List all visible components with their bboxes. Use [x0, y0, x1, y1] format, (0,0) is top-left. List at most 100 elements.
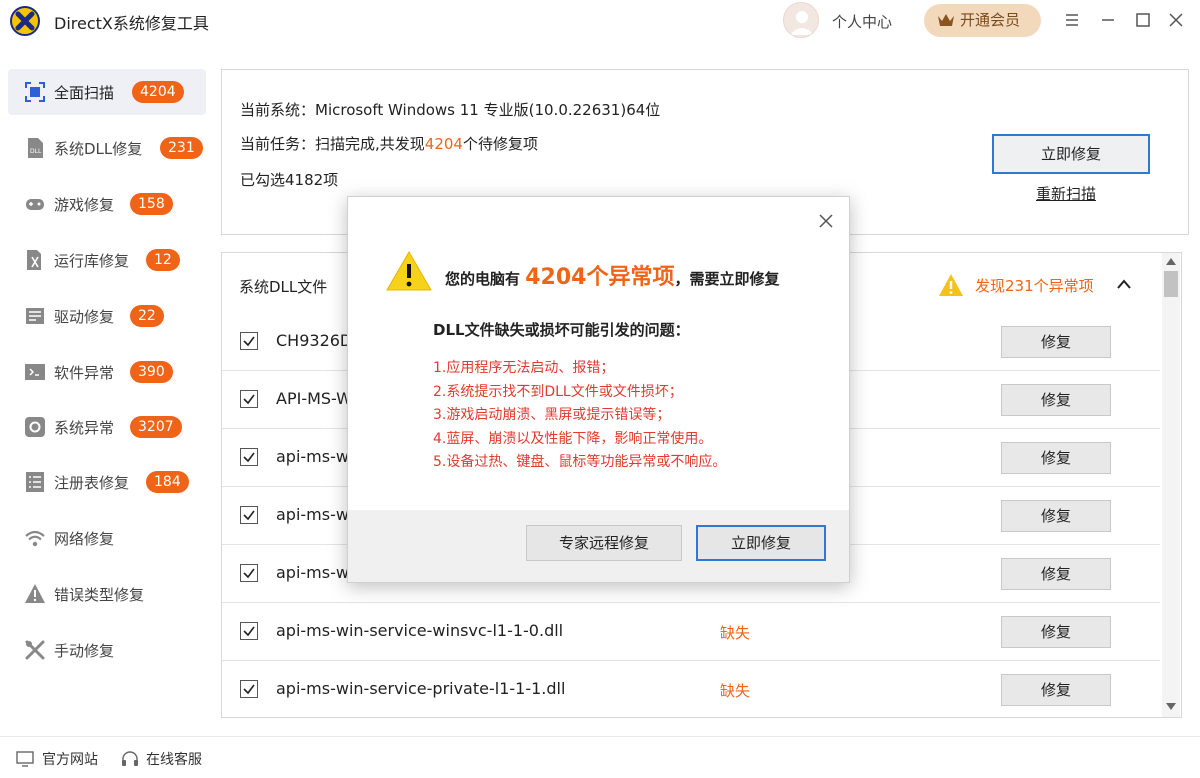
heading-prefix: 您的电脑有	[445, 270, 521, 288]
sidebar-item-system[interactable]: 系统异常 3207	[8, 404, 206, 450]
maximize-icon[interactable]	[1133, 10, 1153, 30]
minimize-icon[interactable]	[1098, 10, 1118, 30]
crown-icon	[938, 14, 954, 26]
sidebar-item-label: 游戏修复	[54, 196, 115, 214]
issue-item: 1.应用程序无法启动、报错；	[433, 360, 615, 376]
sidebar-item-network[interactable]: 网络修复	[8, 515, 206, 561]
list-scrollbar[interactable]	[1162, 253, 1180, 717]
row-fix-button[interactable]: 修复	[1001, 442, 1111, 474]
vip-button[interactable]: 开通会员	[924, 4, 1041, 37]
close-icon[interactable]	[818, 213, 834, 229]
dialog-fix-now-button[interactable]: 立即修复	[696, 525, 826, 561]
count-badge: 390	[130, 361, 173, 383]
task-count: 4204	[424, 135, 463, 153]
current-system: 当前系统：Microsoft Windows 11 专业版(10.0.22631…	[240, 101, 661, 119]
row-checkbox[interactable]	[240, 622, 258, 640]
dialog-heading: 您的电脑有 4204个异常项，需要立即修复	[445, 259, 780, 291]
sidebar-item-label: 网络修复	[54, 530, 115, 548]
scroll-thumb[interactable]	[1164, 271, 1178, 297]
sidebar-item-label: 软件异常	[54, 364, 115, 382]
sidebar-item-label: 系统DLL修复	[54, 140, 143, 158]
gamepad-icon	[26, 199, 44, 210]
chevron-up-icon[interactable]	[1116, 277, 1132, 291]
row-fix-button[interactable]: 修复	[1001, 384, 1111, 416]
issue-item: 4.蓝屏、崩溃以及性能下降，影响正常使用。	[433, 430, 713, 447]
dll-name: CH9326D	[276, 331, 353, 350]
row-checkbox[interactable]	[240, 448, 258, 466]
dialog-subtitle: DLL文件缺失或损坏可能引发的问题：	[433, 321, 690, 339]
row-fix-button[interactable]: 修复	[1001, 616, 1111, 648]
row-checkbox[interactable]	[240, 564, 258, 582]
selected-count: 已勾选4182项	[240, 171, 339, 189]
svg-text:DLL: DLL	[30, 148, 42, 155]
app-logo-icon	[10, 6, 40, 36]
heading-count: 4204个异常项	[525, 265, 675, 290]
issue-item: 3.游戏启动崩溃、黑屏或提示错误等；	[433, 407, 671, 423]
row-checkbox[interactable]	[240, 506, 258, 524]
sidebar-item-label: 系统异常	[54, 419, 115, 437]
software-icon	[25, 364, 45, 380]
sidebar-item-manual[interactable]: 手动修复	[8, 627, 206, 673]
heading-suffix: ，需要立即修复	[674, 270, 780, 288]
issue-list: 1.应用程序无法启动、报错； 2.系统提示找不到DLL文件或文件损坏； 3.游戏…	[433, 357, 726, 475]
runtime-icon	[27, 250, 41, 270]
count-badge: 22	[130, 305, 164, 327]
repair-dialog: 您的电脑有 4204个异常项，需要立即修复 DLL文件缺失或损坏可能引发的问题：…	[347, 196, 850, 583]
fix-now-button[interactable]: 立即修复	[992, 134, 1150, 174]
gear-icon	[25, 417, 45, 437]
dll-name: api-ms-w	[276, 505, 349, 524]
count-badge: 231	[160, 137, 203, 159]
footer: 官方网站 在线客服	[0, 736, 1200, 778]
table-row: api-ms-win-service-winsvc-l1-1-0.dll 缺失 …	[222, 603, 1160, 661]
scroll-up-icon[interactable]	[1166, 257, 1176, 265]
sidebar: 全面扫描 4204 DLL 系统DLL修复 231 游戏修复 158 运行库修复…	[0, 42, 214, 736]
row-fix-button[interactable]: 修复	[1001, 674, 1111, 706]
sidebar-item-game[interactable]: 游戏修复 158	[8, 181, 206, 227]
monitor-icon	[16, 751, 34, 767]
title-bar: DirectX系统修复工具 个人中心 开通会员	[0, 0, 1200, 42]
count-badge: 3207	[130, 416, 182, 438]
sidebar-item-registry[interactable]: 注册表修复 184	[8, 459, 206, 505]
avatar[interactable]	[783, 2, 819, 38]
dialog-button-bar: 专家远程修复 立即修复	[348, 510, 849, 582]
count-badge: 184	[146, 471, 189, 493]
anomaly-count: 发现231个异常项	[975, 277, 1094, 295]
wifi-icon	[25, 530, 45, 547]
sidebar-item-full-scan[interactable]: 全面扫描 4204	[8, 69, 206, 115]
rescan-link[interactable]: 重新扫描	[1036, 183, 1096, 204]
dll-name: API-MS-W	[276, 389, 352, 408]
sidebar-item-label: 手动修复	[54, 642, 115, 660]
dll-status: 缺失	[720, 624, 751, 642]
sidebar-item-software[interactable]: 软件异常 390	[8, 349, 206, 395]
sidebar-item-error-type[interactable]: 错误类型修复	[8, 571, 206, 617]
menu-icon[interactable]	[1062, 10, 1082, 30]
count-badge: 4204	[132, 81, 184, 103]
row-fix-button[interactable]: 修复	[1001, 558, 1111, 590]
scroll-down-icon[interactable]	[1166, 703, 1176, 711]
official-website-link[interactable]: 官方网站	[42, 749, 98, 769]
warning-icon	[386, 251, 432, 291]
count-badge: 12	[146, 249, 180, 271]
dll-name: api-ms-win-service-winsvc-l1-1-0.dll	[276, 621, 564, 640]
online-support-link[interactable]: 在线客服	[146, 749, 202, 769]
row-fix-button[interactable]: 修复	[1001, 500, 1111, 532]
dll-name: api-ms-win-service-private-l1-1-1.dll	[276, 679, 566, 698]
expert-remote-repair-button[interactable]: 专家远程修复	[526, 525, 682, 561]
issue-item: 5.设备过热、键盘、鼠标等功能异常或不响应。	[433, 454, 727, 470]
sidebar-item-driver[interactable]: 驱动修复 22	[8, 293, 206, 339]
close-icon[interactable]	[1166, 10, 1186, 30]
row-checkbox[interactable]	[240, 680, 258, 698]
row-checkbox[interactable]	[240, 332, 258, 350]
sidebar-item-runtime[interactable]: 运行库修复 12	[8, 237, 206, 283]
tools-icon	[25, 640, 45, 660]
driver-icon	[26, 308, 44, 324]
sidebar-item-dll[interactable]: DLL 系统DLL修复 231	[8, 125, 206, 171]
sidebar-item-label: 运行库修复	[54, 252, 130, 270]
warning-icon	[939, 274, 963, 296]
app-title: DirectX系统修复工具	[54, 14, 209, 33]
user-center-link[interactable]: 个人中心	[832, 11, 892, 32]
row-checkbox[interactable]	[240, 390, 258, 408]
registry-icon	[26, 472, 44, 492]
warning-icon	[25, 584, 45, 603]
row-fix-button[interactable]: 修复	[1001, 326, 1111, 358]
